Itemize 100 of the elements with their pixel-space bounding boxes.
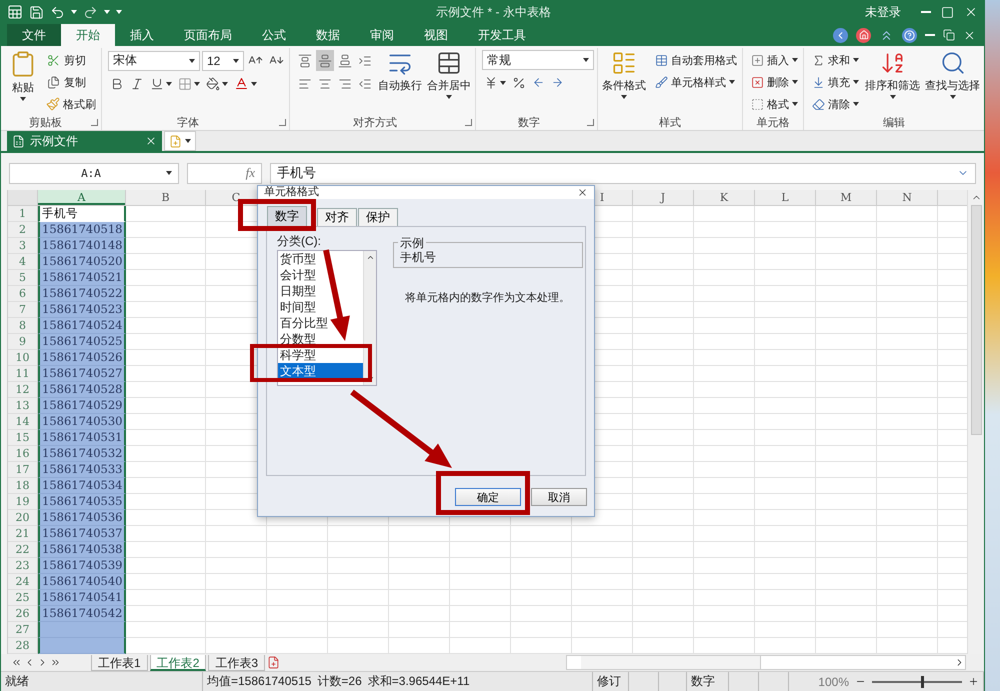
- ribbon-tab[interactable]: 开发工具: [463, 24, 541, 46]
- track-changes-indicator[interactable]: 修订: [597, 673, 621, 690]
- row-header[interactable]: 2: [8, 222, 38, 238]
- row-header[interactable]: 24: [8, 574, 38, 590]
- dialog-tab[interactable]: 数字: [267, 206, 307, 226]
- cancel-button[interactable]: 取消: [531, 488, 587, 506]
- row-header[interactable]: 9: [8, 334, 38, 350]
- row-header[interactable]: 26: [8, 606, 38, 622]
- insert-button[interactable]: 插入: [749, 50, 800, 70]
- formula-field[interactable]: 手机号: [270, 162, 976, 184]
- row-header[interactable]: 15: [8, 430, 38, 446]
- name-box[interactable]: A:A: [9, 162, 179, 184]
- dialog-launcher-icon[interactable]: [465, 119, 472, 126]
- help-icon[interactable]: [902, 28, 917, 42]
- ribbon-tab[interactable]: 数据: [301, 24, 355, 46]
- row-header[interactable]: 1: [8, 206, 38, 222]
- dialog-launcher-icon[interactable]: [91, 119, 98, 126]
- new-file-icon: [169, 134, 182, 148]
- row-header[interactable]: 21: [8, 526, 38, 542]
- category-item[interactable]: 货币型: [278, 251, 363, 267]
- category-item[interactable]: 文本型: [278, 363, 363, 379]
- ribbon-tab[interactable]: 插入: [115, 24, 169, 46]
- category-item[interactable]: 时间型: [278, 299, 363, 315]
- category-item[interactable]: 百分比型: [278, 315, 363, 331]
- row-header[interactable]: 6: [8, 286, 38, 302]
- row-header[interactable]: 5: [8, 270, 38, 286]
- category-item[interactable]: 科学型: [278, 347, 363, 363]
- table-cell: 15861740532: [38, 446, 126, 462]
- row-header[interactable]: 7: [8, 302, 38, 318]
- copy-button[interactable]: 复制: [44, 72, 98, 92]
- caret-icon: [185, 139, 191, 143]
- dialog-tab[interactable]: 对齐: [317, 208, 357, 226]
- sheet-tab[interactable]: 工作表1: [91, 654, 148, 670]
- cell-styles-button[interactable]: 单元格样式: [653, 72, 739, 92]
- row-header[interactable]: 17: [8, 462, 38, 478]
- ribbon-tab[interactable]: 开始: [61, 24, 115, 46]
- row-header[interactable]: 16: [8, 446, 38, 462]
- row-header[interactable]: 22: [8, 542, 38, 558]
- file-menu[interactable]: 文件: [7, 24, 61, 46]
- conditional-format-button[interactable]: 条件格式: [601, 48, 647, 101]
- row-header[interactable]: 12: [8, 382, 38, 398]
- ribbon-tab[interactable]: 页面布局: [169, 24, 247, 46]
- row-header[interactable]: 13: [8, 398, 38, 414]
- font-name-select[interactable]: 宋体: [108, 50, 200, 70]
- delete-button[interactable]: 删除: [749, 72, 800, 92]
- paste-button[interactable]: 粘贴: [8, 48, 38, 103]
- document-tab[interactable]: 示例文件: [7, 131, 162, 151]
- zoom-slider-thumb[interactable]: [920, 676, 924, 688]
- row-header[interactable]: 27: [8, 622, 38, 638]
- clear-button[interactable]: 清除: [810, 94, 861, 114]
- row-header[interactable]: 20: [8, 510, 38, 526]
- row-header[interactable]: 18: [8, 478, 38, 494]
- sigma-icon: [812, 54, 825, 66]
- close-icon: [145, 135, 157, 147]
- row-header[interactable]: 14: [8, 414, 38, 430]
- wrap-text-button[interactable]: 自动换行: [377, 48, 423, 95]
- category-item[interactable]: 会计型: [278, 267, 363, 283]
- function-box[interactable]: fx: [187, 162, 262, 184]
- ribbon-tab[interactable]: 公式: [247, 24, 301, 46]
- ribbon-tab[interactable]: 审阅: [355, 24, 409, 46]
- sum-button[interactable]: 求和: [810, 50, 861, 70]
- home-icon[interactable]: [856, 28, 871, 42]
- find-select-button[interactable]: 查找与选择: [924, 48, 981, 101]
- format-button[interactable]: 格式: [749, 94, 800, 114]
- cut-button[interactable]: 剪切: [44, 50, 98, 70]
- caret-icon: [853, 102, 859, 106]
- alignment-button[interactable]: [316, 50, 334, 71]
- dialog-launcher-icon[interactable]: [587, 119, 594, 126]
- sheet-tab[interactable]: 工作表2: [150, 654, 206, 670]
- number-format-select[interactable]: 常规: [482, 50, 594, 70]
- row-header[interactable]: 8: [8, 318, 38, 334]
- row-header[interactable]: 3: [8, 238, 38, 254]
- table-cell: 15861740535: [38, 494, 126, 510]
- font-size-select[interactable]: 12: [202, 50, 244, 70]
- back-icon[interactable]: [833, 28, 848, 42]
- dialog-tab[interactable]: 保护: [358, 208, 398, 226]
- column-header[interactable]: A: [38, 190, 126, 205]
- dialog-launcher-icon[interactable]: [279, 119, 286, 126]
- format-painter-button[interactable]: 格式刷: [44, 94, 98, 114]
- row-header[interactable]: 10: [8, 350, 38, 366]
- sort-filter-button[interactable]: 排序和筛选: [864, 48, 921, 101]
- category-item[interactable]: 日期型: [278, 283, 363, 299]
- maximize-icon: [941, 6, 954, 18]
- ribbon-tab[interactable]: 视图: [409, 24, 463, 46]
- auto-format-button[interactable]: 自动套用格式: [653, 50, 739, 70]
- sheet-tab[interactable]: 工作表3: [208, 654, 266, 670]
- merge-center-button[interactable]: 合并居中: [426, 48, 472, 101]
- table-icon: [655, 54, 668, 66]
- row-header[interactable]: 28: [8, 638, 38, 654]
- table-cell: 15861740525: [38, 334, 126, 350]
- category-item[interactable]: 分数型: [278, 331, 363, 347]
- row-header[interactable]: 23: [8, 558, 38, 574]
- login-status[interactable]: 未登录: [865, 4, 901, 20]
- horizontal-scrollbar[interactable]: [566, 655, 966, 670]
- fill-button[interactable]: 填充: [810, 72, 861, 92]
- row-header[interactable]: 11: [8, 366, 38, 382]
- row-header[interactable]: 19: [8, 494, 38, 510]
- ok-button[interactable]: 确定: [455, 488, 521, 506]
- row-header[interactable]: 4: [8, 254, 38, 270]
- row-header[interactable]: 25: [8, 590, 38, 606]
